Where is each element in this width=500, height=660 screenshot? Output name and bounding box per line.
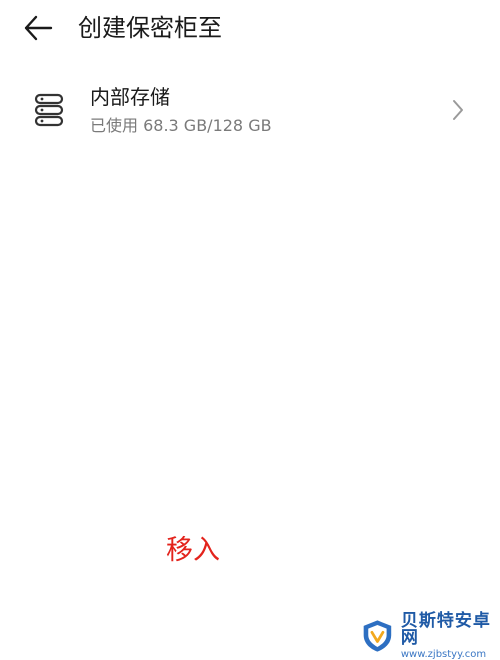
page-title: 创建保密柜至 xyxy=(78,14,222,42)
back-arrow-icon xyxy=(24,15,53,41)
watermark-brand: 贝斯特安卓网 xyxy=(400,610,491,648)
app-header: 创建保密柜至 xyxy=(0,0,500,56)
back-button[interactable] xyxy=(18,10,58,46)
storage-name: 内部存储 xyxy=(90,85,170,109)
site-watermark: 贝斯特安卓网 www.zjbstyy.com xyxy=(360,610,500,660)
storage-item-internal[interactable]: 内部存储 已使用 68.3 GB/128 GB xyxy=(0,76,500,146)
storage-stack-icon xyxy=(34,93,64,127)
watermark-url: www.zjbstyy.com xyxy=(400,648,487,660)
move-in-label: 移入 xyxy=(166,535,220,566)
shield-logo-icon xyxy=(363,620,392,652)
storage-usage: 已使用 68.3 GB/128 GB xyxy=(90,116,272,135)
chevron-right-icon xyxy=(453,100,463,120)
